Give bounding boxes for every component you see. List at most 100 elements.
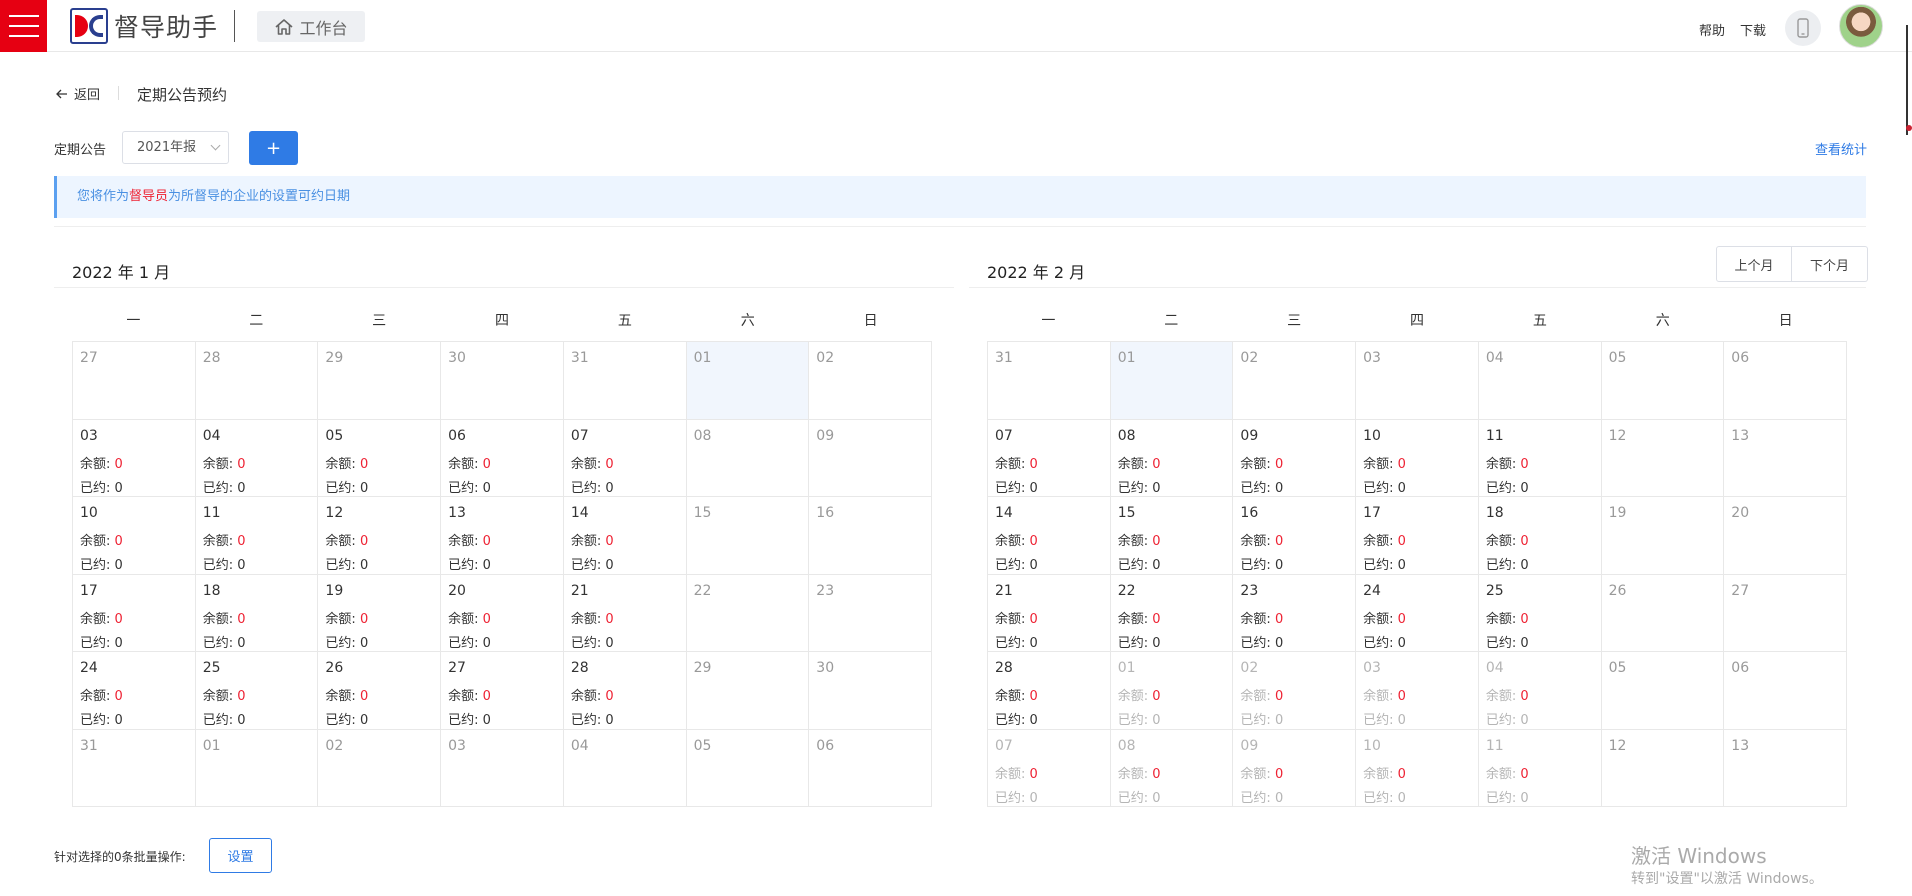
view-stats-link[interactable]: 查看统计 xyxy=(1815,139,1867,158)
calendar-day-cell[interactable]: 01 xyxy=(686,342,810,420)
workbench-button[interactable]: 工作台 xyxy=(257,11,365,42)
calendar-day-cell[interactable]: 27 余额: 0 已约: 0 xyxy=(441,652,564,730)
calendar-day-cell[interactable]: 05 xyxy=(1601,652,1725,730)
calendar-day-cell[interactable]: 09 xyxy=(809,419,932,497)
calendar-day-cell[interactable]: 27 xyxy=(1724,574,1847,652)
calendar-day-cell[interactable]: 07 余额: 0 已约: 0 xyxy=(988,419,1111,497)
calendar-day-cell[interactable]: 26 余额: 0 已约: 0 xyxy=(318,652,442,730)
calendar-day-cell[interactable]: 07 余额: 0 已约: 0 xyxy=(988,729,1111,807)
calendar-day-cell[interactable]: 13 xyxy=(1724,419,1847,497)
calendar-day-cell[interactable]: 18 余额: 0 已约: 0 xyxy=(195,574,319,652)
calendar-day-cell[interactable]: 28 余额: 0 已约: 0 xyxy=(563,652,687,730)
calendar-day-cell[interactable]: 03 余额: 0 已约: 0 xyxy=(1356,652,1479,730)
menu-icon[interactable] xyxy=(0,0,47,52)
back-link[interactable]: 返回 xyxy=(56,84,100,103)
calendar-day-cell[interactable]: 15 余额: 0 已约: 0 xyxy=(1110,497,1234,575)
user-avatar[interactable] xyxy=(1839,4,1883,48)
calendar-day-cell[interactable]: 09 余额: 0 已约: 0 xyxy=(1233,729,1357,807)
calendar-day-cell[interactable]: 06 xyxy=(1724,652,1847,730)
calendar-day-cell[interactable]: 16 余额: 0 已约: 0 xyxy=(1233,497,1357,575)
calendar-day-cell[interactable]: 31 xyxy=(73,729,196,807)
add-button[interactable]: + xyxy=(249,131,298,165)
calendar-day-cell[interactable]: 09 余额: 0 已约: 0 xyxy=(1233,419,1357,497)
calendar-day-cell[interactable]: 05 余额: 0 已约: 0 xyxy=(318,419,442,497)
calendar-day-cell[interactable]: 03 xyxy=(1356,342,1479,420)
calendar-day-cell[interactable]: 17 余额: 0 已约: 0 xyxy=(73,574,196,652)
calendar-day-cell[interactable]: 31 xyxy=(988,342,1111,420)
calendar-day-cell[interactable]: 25 余额: 0 已约: 0 xyxy=(195,652,319,730)
calendar-day-cell[interactable]: 21 余额: 0 已约: 0 xyxy=(563,574,687,652)
calendar-day-cell[interactable]: 19 余额: 0 已约: 0 xyxy=(318,574,442,652)
calendar-day-cell[interactable]: 23 余额: 0 已约: 0 xyxy=(1233,574,1357,652)
report-select[interactable]: 2021年报 xyxy=(122,131,229,164)
calendar-day-cell[interactable]: 12 xyxy=(1601,729,1725,807)
calendar-day-cell[interactable]: 10 余额: 0 已约: 0 xyxy=(73,497,196,575)
calendar-day-cell[interactable]: 20 xyxy=(1724,497,1847,575)
calendar-day-cell[interactable]: 07 余额: 0 已约: 0 xyxy=(563,419,687,497)
calendar-day-cell[interactable]: 10 余额: 0 已约: 0 xyxy=(1356,729,1479,807)
download-link[interactable]: 下载 xyxy=(1740,20,1766,39)
calendar-day-cell[interactable]: 29 xyxy=(318,342,442,420)
calendar-day-cell[interactable]: 04 xyxy=(1478,342,1602,420)
calendar-day-cell[interactable]: 11 余额: 0 已约: 0 xyxy=(1478,729,1602,807)
calendar-day-cell[interactable]: 02 xyxy=(318,729,442,807)
calendar-day-cell[interactable]: 30 xyxy=(441,342,564,420)
calendar-day-cell[interactable]: 22 余额: 0 已约: 0 xyxy=(1110,574,1234,652)
calendar-day-cell[interactable]: 14 余额: 0 已约: 0 xyxy=(988,497,1111,575)
calendar-day-cell[interactable]: 02 xyxy=(809,342,932,420)
calendar-day-cell[interactable]: 15 xyxy=(686,497,810,575)
calendar-day-cell[interactable]: 16 xyxy=(809,497,932,575)
calendar-day-cell[interactable]: 23 xyxy=(809,574,932,652)
calendar-day-cell[interactable]: 01 xyxy=(195,729,319,807)
calendar-day-cell[interactable]: 12 xyxy=(1601,419,1725,497)
calendar-day-cell[interactable]: 06 余额: 0 已约: 0 xyxy=(441,419,564,497)
calendar-day-cell[interactable]: 10 余额: 0 已约: 0 xyxy=(1356,419,1479,497)
calendar-day-cell[interactable]: 03 余额: 0 已约: 0 xyxy=(73,419,196,497)
calendar-day-cell[interactable]: 06 xyxy=(809,729,932,807)
help-link[interactable]: 帮助 xyxy=(1699,20,1725,39)
day-number: 28 xyxy=(570,660,589,676)
calendar-day-cell[interactable]: 13 余额: 0 已约: 0 xyxy=(441,497,564,575)
calendar-day-cell[interactable]: 01 xyxy=(1110,342,1234,420)
calendar-day-cell[interactable]: 04 余额: 0 已约: 0 xyxy=(195,419,319,497)
calendar-day-cell[interactable]: 18 余额: 0 已约: 0 xyxy=(1478,497,1602,575)
calendar-day-cell[interactable]: 22 xyxy=(686,574,810,652)
calendar-day-cell[interactable]: 04 xyxy=(563,729,687,807)
calendar-day-cell[interactable]: 20 余额: 0 已约: 0 xyxy=(441,574,564,652)
app-logo[interactable]: 督导助手 xyxy=(70,8,218,44)
calendar-day-cell[interactable]: 08 xyxy=(686,419,810,497)
calendar-day-cell[interactable]: 27 xyxy=(73,342,196,420)
calendar-day-cell[interactable]: 08 余额: 0 已约: 0 xyxy=(1110,729,1234,807)
set-button[interactable]: 设置 xyxy=(209,838,272,873)
calendar-day-cell[interactable]: 04 余额: 0 已约: 0 xyxy=(1478,652,1602,730)
calendar-day-cell[interactable]: 17 余额: 0 已约: 0 xyxy=(1356,497,1479,575)
calendar-day-cell[interactable]: 12 余额: 0 已约: 0 xyxy=(318,497,442,575)
calendar-day-cell[interactable]: 24 余额: 0 已约: 0 xyxy=(73,652,196,730)
calendar-day-cell[interactable]: 14 余额: 0 已约: 0 xyxy=(563,497,687,575)
calendar-day-cell[interactable]: 06 xyxy=(1724,342,1847,420)
calendar-day-cell[interactable]: 08 余额: 0 已约: 0 xyxy=(1110,419,1234,497)
calendar-day-cell[interactable]: 03 xyxy=(441,729,564,807)
calendar-day-cell[interactable]: 13 xyxy=(1724,729,1847,807)
mobile-button[interactable] xyxy=(1785,10,1821,46)
calendar-day-cell[interactable]: 01 余额: 0 已约: 0 xyxy=(1110,652,1234,730)
calendar-day-cell[interactable]: 11 余额: 0 已约: 0 xyxy=(1478,419,1602,497)
calendar-day-cell[interactable]: 05 xyxy=(686,729,810,807)
calendar-day-cell[interactable]: 24 余额: 0 已约: 0 xyxy=(1356,574,1479,652)
calendar-day-cell[interactable]: 29 xyxy=(686,652,810,730)
calendar-day-cell[interactable]: 26 xyxy=(1601,574,1725,652)
calendar-day-cell[interactable]: 28 xyxy=(195,342,319,420)
calendar-day-cell[interactable]: 02 余额: 0 已约: 0 xyxy=(1233,652,1357,730)
calendar-day-cell[interactable]: 19 xyxy=(1601,497,1725,575)
next-month-button[interactable]: 下个月 xyxy=(1792,246,1868,282)
calendar-day-cell[interactable]: 11 余额: 0 已约: 0 xyxy=(195,497,319,575)
calendar-day-cell[interactable]: 31 xyxy=(563,342,687,420)
calendar-day-cell[interactable]: 30 xyxy=(809,652,932,730)
calendar-day-cell[interactable]: 25 余额: 0 已约: 0 xyxy=(1478,574,1602,652)
calendar-day-cell[interactable]: 05 xyxy=(1601,342,1725,420)
prev-month-button[interactable]: 上个月 xyxy=(1716,246,1792,282)
calendar-day-cell[interactable]: 21 余额: 0 已约: 0 xyxy=(988,574,1111,652)
calendar-day-cell[interactable]: 28 余额: 0 已约: 0 xyxy=(988,652,1111,730)
calendar-day-cell[interactable]: 02 xyxy=(1233,342,1357,420)
booked-value: 0 xyxy=(1520,635,1529,651)
